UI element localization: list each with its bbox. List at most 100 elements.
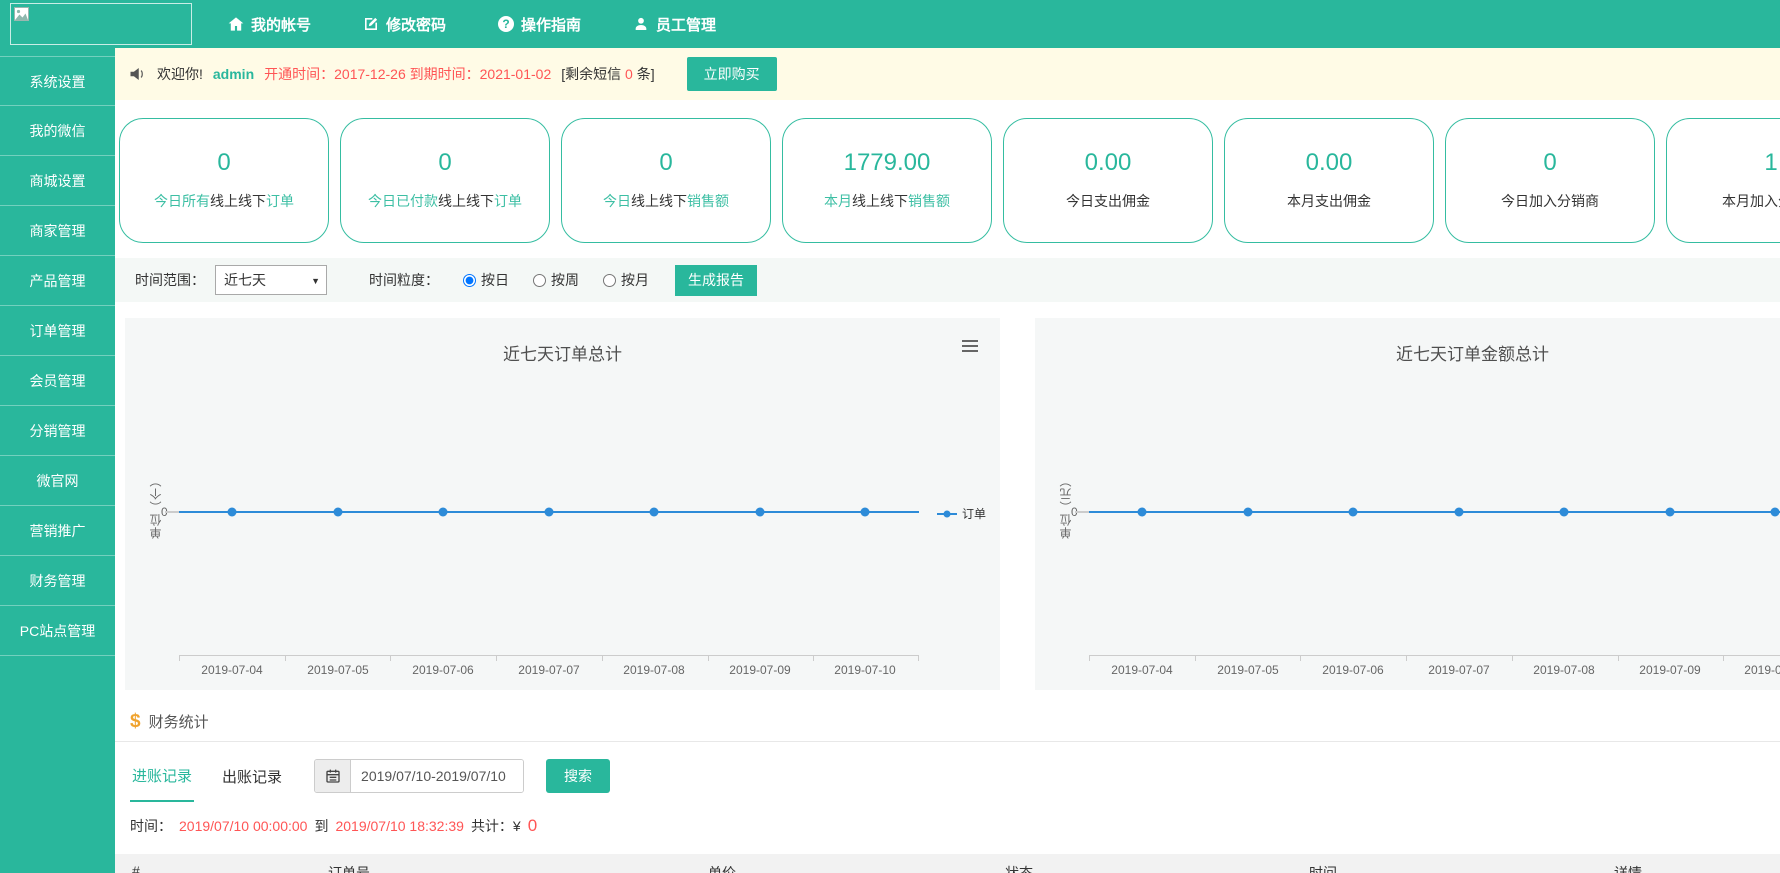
finance-tabs-row: 进账记录 出账记录 搜索 bbox=[115, 750, 1780, 802]
data-point[interactable] bbox=[545, 508, 554, 517]
sidebar-item-distribution-mgmt[interactable]: 分销管理 bbox=[0, 406, 115, 456]
time-range-label: 时间范围： bbox=[135, 270, 205, 290]
radio-by-day-input[interactable] bbox=[463, 274, 476, 287]
x-tick-label: 2019-07-05 bbox=[307, 663, 368, 677]
data-point[interactable] bbox=[756, 508, 765, 517]
x-tick-label: 2019-07-06 bbox=[412, 663, 473, 677]
nav-label: 修改密码 bbox=[386, 14, 446, 35]
stat-cards-row: 0 今日所有线上线下订单 0 今日已付款线上线下订单 0 今日线上线下销售额 1… bbox=[119, 118, 1780, 245]
finance-section-header: $ 财务统计 bbox=[115, 702, 1780, 742]
charts-band: 近七天订单总计 单位（个） 0 2019-07-04 2019-07-05 bbox=[115, 318, 1780, 690]
stat-card-today-commission[interactable]: 0.00 今日支出佣金 bbox=[1003, 118, 1213, 243]
tab-expense-records[interactable]: 出账记录 bbox=[220, 752, 284, 801]
generate-report-button[interactable]: 生成报告 bbox=[675, 265, 757, 296]
sidebar-item-order-mgmt[interactable]: 订单管理 bbox=[0, 306, 115, 356]
sidebar-item-finance-mgmt[interactable]: 财务管理 bbox=[0, 556, 115, 606]
dollar-icon: $ bbox=[130, 711, 141, 733]
x-tick-label: 2019-07-10 bbox=[1744, 663, 1780, 677]
sidebar-item-product-mgmt[interactable]: 产品管理 bbox=[0, 256, 115, 306]
data-point[interactable] bbox=[1244, 508, 1253, 517]
x-tick-label: 2019-07-07 bbox=[1428, 663, 1489, 677]
col-price: 单价 bbox=[708, 863, 736, 873]
stat-card-month-distributors[interactable]: 1 本月加入分销商 bbox=[1666, 118, 1780, 243]
nav-my-account[interactable]: 我的帐号 bbox=[228, 14, 311, 35]
sidebar-item-pc-site-mgmt[interactable]: PC站点管理 bbox=[0, 606, 115, 656]
x-axis bbox=[1089, 655, 1780, 656]
sidebar-item-merchant-mgmt[interactable]: 商家管理 bbox=[0, 206, 115, 256]
logo bbox=[10, 3, 192, 45]
nav-change-password[interactable]: 修改密码 bbox=[363, 14, 446, 35]
data-point[interactable] bbox=[439, 508, 448, 517]
sidebar-item-micro-site[interactable]: 微官网 bbox=[0, 456, 115, 506]
tab-income-records[interactable]: 进账记录 bbox=[130, 751, 194, 802]
granularity-label: 时间粒度： bbox=[369, 270, 439, 290]
dashboard-screen: 我的帐号 修改密码 ? 操作指南 员工管理 系统设置 bbox=[0, 0, 1780, 873]
data-point[interactable] bbox=[228, 508, 237, 517]
summary-to: 2019/07/10 18:32:39 bbox=[335, 818, 463, 834]
top-navigation: 我的帐号 修改密码 ? 操作指南 员工管理 bbox=[228, 0, 716, 48]
data-point[interactable] bbox=[1455, 508, 1464, 517]
x-axis bbox=[179, 655, 919, 656]
summary-total-value: 0 bbox=[528, 816, 537, 836]
speaker-icon bbox=[129, 66, 147, 82]
x-tick-label: 2019-07-04 bbox=[201, 663, 262, 677]
sidebar-item-system-settings[interactable]: 系统设置 bbox=[0, 56, 115, 106]
welcome-bar: 欢迎你! admin 开通时间：2017-12-26 到期时间：2021-01-… bbox=[115, 48, 1780, 100]
x-tick-label: 2019-07-06 bbox=[1322, 663, 1383, 677]
date-range-group bbox=[314, 759, 524, 793]
buy-now-button[interactable]: 立即购买 bbox=[687, 57, 777, 91]
x-tick-label: 2019-07-08 bbox=[623, 663, 684, 677]
data-point[interactable] bbox=[1771, 508, 1780, 517]
stat-card-today-sales[interactable]: 0 今日线上线下销售额 bbox=[561, 118, 771, 243]
stat-card-today-paid-orders[interactable]: 0 今日已付款线上线下订单 bbox=[340, 118, 550, 243]
legend-orders[interactable]: 订单 bbox=[937, 505, 986, 522]
sidebar-item-my-wechat[interactable]: 我的微信 bbox=[0, 106, 115, 156]
x-tick-label: 2019-07-07 bbox=[518, 663, 579, 677]
orders-chart: 近七天订单总计 单位（个） 0 2019-07-04 2019-07-05 bbox=[125, 318, 1000, 690]
chart-title: 近七天订单总计 bbox=[125, 340, 1000, 365]
data-point[interactable] bbox=[1138, 508, 1147, 517]
radio-by-day[interactable]: 按日 bbox=[463, 270, 509, 290]
calendar-icon bbox=[315, 760, 351, 792]
data-point[interactable] bbox=[1560, 508, 1569, 517]
chart-title: 近七天订单金额总计 bbox=[1035, 340, 1780, 365]
nav-label: 操作指南 bbox=[521, 14, 581, 35]
axis-stub bbox=[1075, 511, 1090, 513]
sidebar-item-mall-settings[interactable]: 商城设置 bbox=[0, 156, 115, 206]
col-order-no: 订单号 bbox=[328, 863, 370, 873]
time-range-select[interactable]: 近七天 ▼ bbox=[215, 265, 327, 295]
search-button[interactable]: 搜索 bbox=[546, 759, 610, 793]
radio-by-month-input[interactable] bbox=[603, 274, 616, 287]
col-index: # bbox=[132, 863, 140, 873]
data-point[interactable] bbox=[334, 508, 343, 517]
axis-stub bbox=[165, 511, 180, 513]
data-point[interactable] bbox=[1666, 508, 1675, 517]
nav-staff[interactable]: 员工管理 bbox=[633, 14, 716, 35]
broken-image-icon bbox=[14, 7, 29, 21]
radio-by-month[interactable]: 按月 bbox=[603, 270, 649, 290]
sidebar-item-marketing[interactable]: 营销推广 bbox=[0, 506, 115, 556]
data-point[interactable] bbox=[1349, 508, 1358, 517]
legend-marker-icon bbox=[937, 513, 957, 515]
stat-card-today-all-orders[interactable]: 0 今日所有线上线下订单 bbox=[119, 118, 329, 243]
sidebar-item-member-mgmt[interactable]: 会员管理 bbox=[0, 356, 115, 406]
x-tick-label: 2019-07-09 bbox=[1639, 663, 1700, 677]
radio-by-week[interactable]: 按周 bbox=[533, 270, 579, 290]
radio-by-week-input[interactable] bbox=[533, 274, 546, 287]
date-range-input[interactable] bbox=[351, 760, 523, 792]
summary-time-label: 时间： bbox=[130, 816, 172, 836]
home-icon bbox=[228, 16, 244, 32]
col-detail: 详情 bbox=[1614, 863, 1642, 873]
summary-to-word: 到 bbox=[314, 816, 328, 836]
x-tick-label: 2019-07-04 bbox=[1111, 663, 1172, 677]
data-point[interactable] bbox=[861, 508, 870, 517]
stat-card-month-commission[interactable]: 0.00 本月支出佣金 bbox=[1224, 118, 1434, 243]
nav-label: 员工管理 bbox=[656, 14, 716, 35]
finance-section-title: 财务统计 bbox=[149, 711, 209, 732]
nav-label: 我的帐号 bbox=[251, 14, 311, 35]
stat-card-today-distributors[interactable]: 0 今日加入分销商 bbox=[1445, 118, 1655, 243]
stat-card-month-sales[interactable]: 1779.00 本月线上线下销售额 bbox=[782, 118, 992, 243]
data-point[interactable] bbox=[650, 508, 659, 517]
chart-menu-icon[interactable] bbox=[962, 340, 978, 355]
nav-guide[interactable]: ? 操作指南 bbox=[498, 14, 581, 35]
